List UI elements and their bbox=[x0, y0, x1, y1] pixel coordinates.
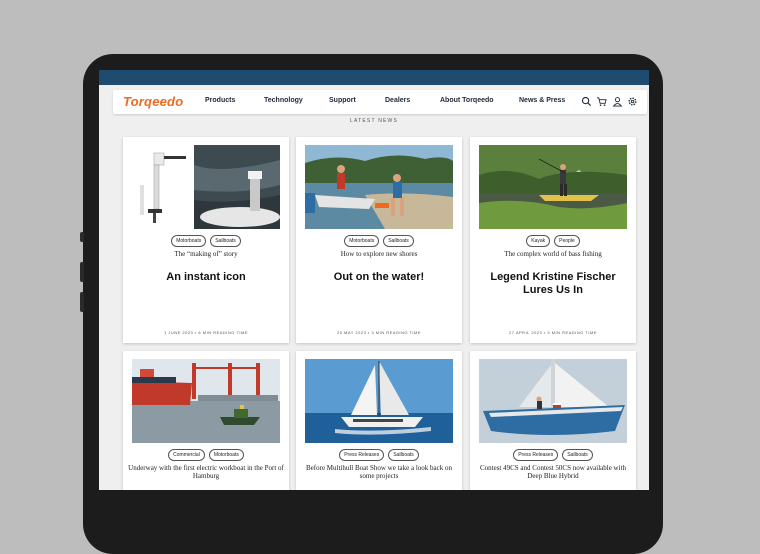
tablet-button bbox=[80, 262, 84, 282]
article-image bbox=[479, 359, 627, 443]
tag-list: Motorboats Sailboats bbox=[296, 235, 462, 247]
nav-item-dealers[interactable]: Dealers bbox=[385, 97, 410, 104]
tag[interactable]: Motorboats bbox=[344, 235, 380, 247]
tag-list: Commercial Motorboats bbox=[123, 449, 289, 461]
news-card[interactable]: Commercial Motorboats Underway with the … bbox=[123, 351, 289, 490]
card-title[interactable]: Out on the water! bbox=[302, 271, 456, 284]
tag[interactable]: Sailboats bbox=[388, 449, 419, 461]
article-image bbox=[132, 145, 280, 229]
tag-list: Kayak People bbox=[470, 235, 636, 247]
tag-list: Motorboats Sailboats bbox=[123, 235, 289, 247]
card-subtitle: The “making of” story bbox=[174, 250, 238, 258]
card-subtitle: Before Multihull Boat Show we take a loo… bbox=[306, 464, 452, 480]
tag[interactable]: Press Releases bbox=[513, 449, 559, 461]
news-card[interactable]: Press Releases Sailboats Contest 49CS an… bbox=[470, 351, 636, 490]
tag[interactable]: Sailboats bbox=[562, 449, 593, 461]
nav-item-about[interactable]: About Torqeedo bbox=[440, 97, 494, 104]
news-card[interactable]: Press Releases Sailboats Before Multihul… bbox=[296, 351, 462, 490]
card-subtitle: The complex world of bass fishing bbox=[504, 250, 602, 258]
top-bar bbox=[99, 70, 649, 85]
news-card[interactable]: Motorboats Sailboats The “making of” sto… bbox=[123, 137, 289, 343]
card-title[interactable]: An instant icon bbox=[129, 271, 283, 284]
search-icon[interactable] bbox=[581, 96, 592, 107]
nav-item-news-press[interactable]: News & Press bbox=[519, 97, 565, 104]
tag[interactable]: People bbox=[554, 235, 580, 247]
tag[interactable]: Press Releases bbox=[339, 449, 385, 461]
section-title: LATEST NEWS bbox=[349, 118, 399, 124]
article-image bbox=[479, 145, 627, 229]
screen: Torqeedo Products Technology Support Dea… bbox=[99, 70, 649, 490]
tablet-button bbox=[80, 232, 84, 242]
card-meta: 27 APRIL 2023 • 3 MIN READING TIME bbox=[509, 330, 597, 335]
tag[interactable]: Sailboats bbox=[383, 235, 414, 247]
card-meta: 1 JUNE 2023 • 6 MIN READING TIME bbox=[163, 330, 248, 335]
card-title[interactable]: Legend Kristine Fischer Lures Us In bbox=[476, 271, 630, 297]
cart-icon[interactable] bbox=[596, 96, 607, 107]
tag[interactable]: Motorboats bbox=[208, 449, 244, 461]
card-subtitle: How to explore new shores bbox=[340, 250, 418, 258]
brand-logo[interactable]: Torqeedo bbox=[123, 94, 183, 109]
tag[interactable]: Kayak bbox=[526, 235, 551, 247]
nav-item-products[interactable]: Products bbox=[205, 97, 235, 104]
nav-item-technology[interactable]: Technology bbox=[264, 97, 303, 104]
gear-icon[interactable] bbox=[627, 96, 638, 107]
tag[interactable]: Sailboats bbox=[210, 235, 241, 247]
tag-list: Press Releases Sailboats bbox=[470, 449, 636, 461]
tag-list: Press Releases Sailboats bbox=[296, 449, 462, 461]
card-subtitle: Contest 49CS and Contest 50CS now availa… bbox=[479, 464, 627, 480]
article-image bbox=[305, 145, 453, 229]
tablet-button bbox=[80, 292, 84, 312]
card-meta: 25 MAY 2023 • 3 MIN READING TIME bbox=[336, 330, 422, 335]
tag[interactable]: Motorboats bbox=[171, 235, 207, 247]
article-image bbox=[305, 359, 453, 443]
card-subtitle: Underway with the first electric workboa… bbox=[128, 464, 284, 480]
news-card[interactable]: Motorboats Sailboats How to explore new … bbox=[296, 137, 462, 343]
nav-item-support[interactable]: Support bbox=[329, 97, 356, 104]
tag[interactable]: Commercial bbox=[168, 449, 205, 461]
article-image bbox=[132, 359, 280, 443]
main-navigation: Torqeedo Products Technology Support Dea… bbox=[113, 90, 647, 114]
news-card[interactable]: Kayak People The complex world of bass f… bbox=[470, 137, 636, 343]
user-icon[interactable] bbox=[612, 96, 623, 107]
